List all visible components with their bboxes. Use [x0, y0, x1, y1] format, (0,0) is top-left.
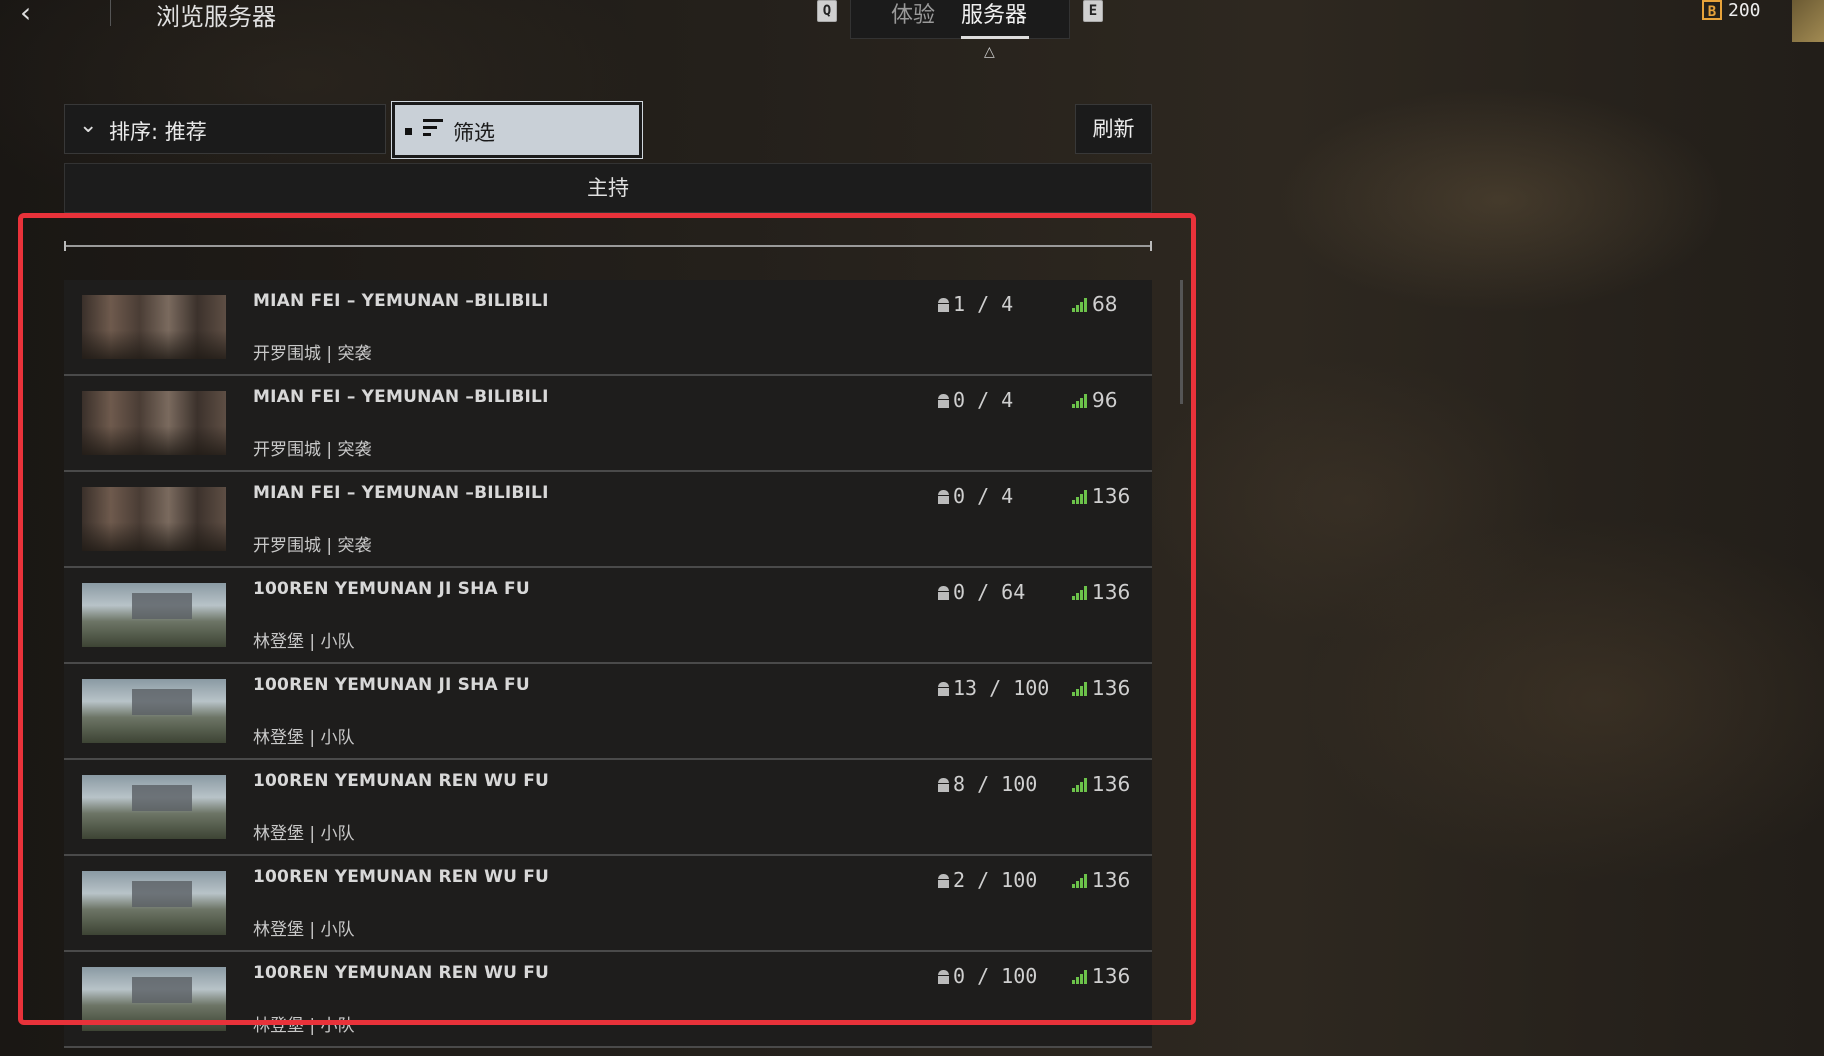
active-tab-indicator	[961, 36, 1029, 39]
host-column-header[interactable]: 主持	[64, 163, 1152, 213]
filter-button[interactable]: 筛选	[391, 101, 643, 159]
separator	[110, 0, 111, 26]
sort-label: 排序: 推荐	[109, 120, 207, 144]
avatar[interactable]	[1792, 0, 1824, 42]
tab-experience[interactable]: 体验	[891, 0, 935, 29]
triangle-up-icon: △	[984, 44, 995, 60]
top-bar: ‹ 浏览服务器 Q 体验 服务器 △ E B 200	[0, 0, 1824, 60]
page-title: 浏览服务器	[156, 3, 276, 31]
highlight-box	[18, 213, 1196, 1025]
tab-servers[interactable]: 服务器	[961, 0, 1027, 29]
currency-display: B 200	[1702, 0, 1761, 21]
refresh-button[interactable]: 刷新	[1075, 104, 1152, 154]
filter-label: 筛选	[453, 121, 495, 145]
currency-icon: B	[1702, 0, 1722, 20]
key-hint-e: E	[1083, 0, 1103, 22]
chevron-down-icon: ⌄	[79, 113, 98, 138]
key-hint-q: Q	[817, 0, 837, 22]
currency-amount: 200	[1728, 0, 1761, 21]
tab-bar: 体验 服务器	[850, 0, 1070, 39]
filter-icon	[423, 119, 443, 140]
selected-marker	[405, 128, 412, 135]
chevron-left-icon[interactable]: ‹	[20, 0, 31, 29]
sort-dropdown[interactable]: ⌄ 排序: 推荐	[64, 104, 386, 154]
